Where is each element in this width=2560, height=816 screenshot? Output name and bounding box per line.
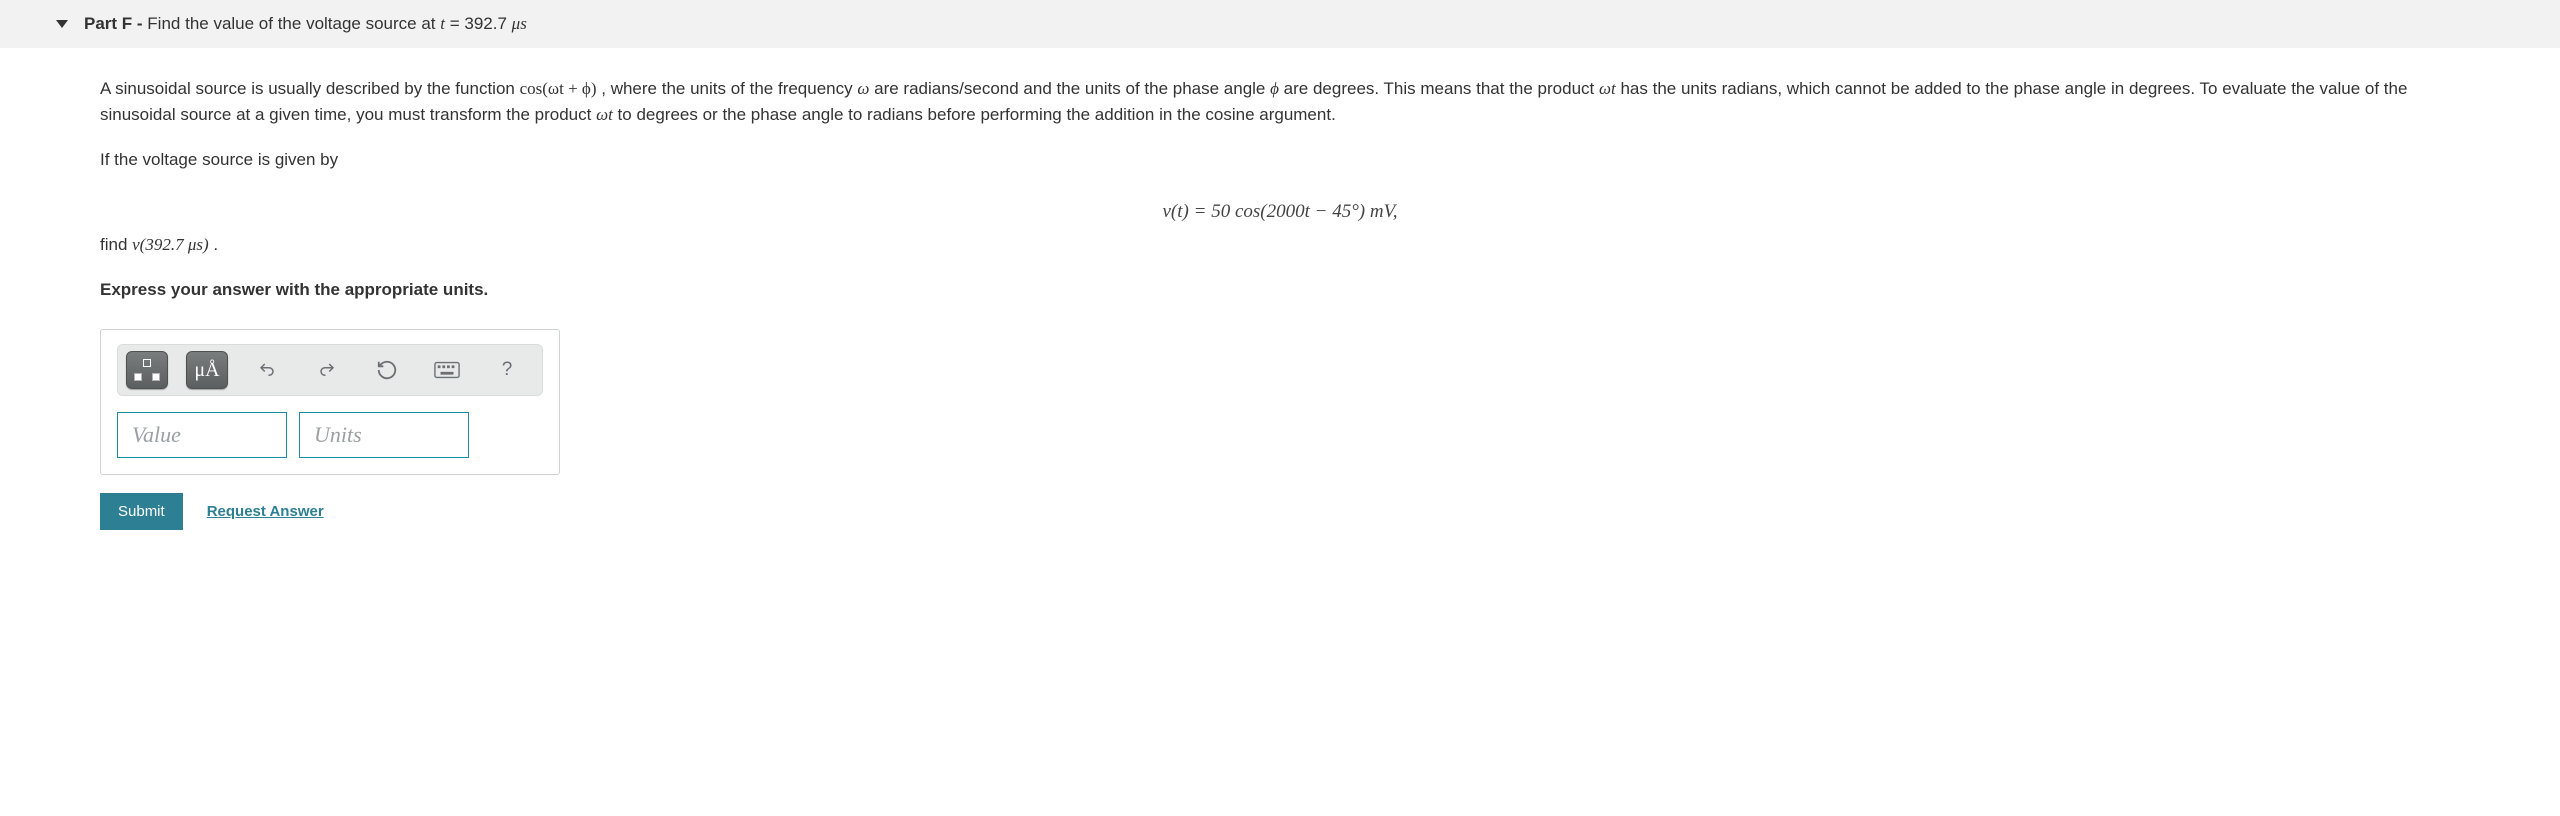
intro-fn: cos(ωt + ϕ) — [520, 79, 597, 98]
templates-icon — [134, 359, 160, 381]
equation-text: v(t) = 50 cos(2000t − 45°) mV, — [1163, 201, 1398, 222]
intro-paragraph: A sinusoidal source is usually described… — [100, 76, 2460, 129]
intro-6: to degrees or the phase angle to radians… — [618, 105, 1336, 124]
units-button[interactable]: μÅ — [186, 351, 228, 389]
chevron-down-icon — [56, 20, 68, 28]
part-label: Part F - Find the value of the voltage s… — [60, 14, 527, 34]
value-input[interactable] — [117, 412, 287, 458]
undo-icon — [256, 361, 278, 379]
templates-button[interactable] — [126, 351, 168, 389]
part-title-eq: = 392.7 — [450, 14, 512, 33]
help-icon: ? — [502, 355, 513, 384]
answer-toolbar: μÅ ? — [117, 344, 543, 396]
undo-button[interactable] — [246, 351, 288, 389]
find-line: find v(392.7 μs) . — [100, 232, 2460, 258]
find-fn: v(392.7 μs) — [132, 235, 209, 254]
intro-phi: ϕ — [1270, 79, 1279, 98]
reset-button[interactable] — [366, 351, 408, 389]
equation-block: v(t) = 50 cos(2000t − 45°) mV, — [100, 197, 2460, 226]
find-2: . — [213, 235, 218, 254]
units-symbol: μÅ — [194, 355, 219, 386]
answer-widget: μÅ ? — [100, 329, 560, 475]
part-header[interactable]: Part F - Find the value of the voltage s… — [0, 0, 2560, 48]
intro-1: A sinusoidal source is usually described… — [100, 79, 520, 98]
keyboard-button[interactable] — [426, 351, 468, 389]
intro-4: are degrees. This means that the product — [1284, 79, 1599, 98]
action-row: Submit Request Answer — [100, 493, 2460, 530]
redo-icon — [316, 361, 338, 379]
part-title-var: t — [440, 14, 445, 33]
intro-wt1: ωt — [1599, 79, 1616, 98]
part-body: A sinusoidal source is usually described… — [0, 48, 2560, 558]
reset-icon — [376, 359, 398, 381]
help-button[interactable]: ? — [486, 351, 528, 389]
part-label-text: Part F - — [84, 14, 147, 33]
answer-input-row — [117, 412, 543, 458]
intro-wt2: ωt — [596, 105, 613, 124]
request-answer-link[interactable]: Request Answer — [207, 500, 324, 523]
find-1: find — [100, 235, 132, 254]
intro-2: , where the units of the frequency — [601, 79, 857, 98]
given-by-text: If the voltage source is given by — [100, 147, 2460, 173]
part-title-unit: μs — [512, 14, 527, 33]
units-input[interactable] — [299, 412, 469, 458]
keyboard-icon — [434, 361, 460, 379]
submit-button[interactable]: Submit — [100, 493, 183, 530]
express-instruction: Express your answer with the appropriate… — [100, 277, 2460, 303]
redo-button[interactable] — [306, 351, 348, 389]
part-title-prefix: Find the value of the voltage source at — [147, 14, 440, 33]
intro-omega: ω — [857, 79, 869, 98]
intro-3: are radians/second and the units of the … — [874, 79, 1270, 98]
